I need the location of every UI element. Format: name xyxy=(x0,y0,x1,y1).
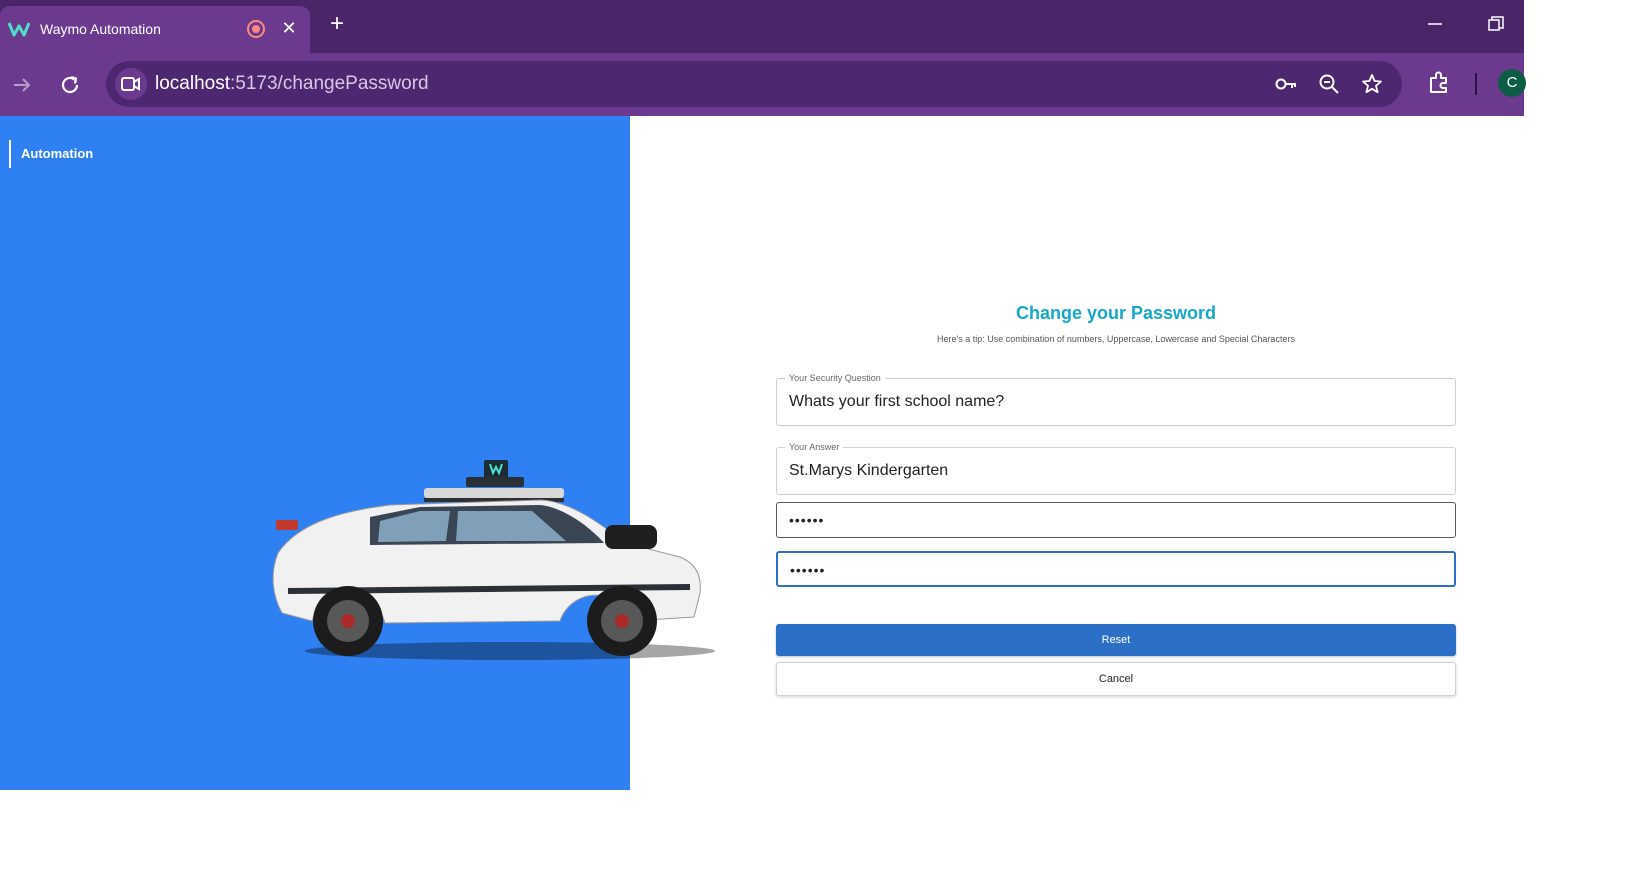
waymo-favicon-icon xyxy=(8,22,30,37)
password-tip: Here's a tip: Use combination of numbers… xyxy=(937,334,1295,344)
page-title: Change your Password xyxy=(1015,303,1217,323)
confirm-password-mask: •••••• xyxy=(790,562,826,578)
reload-icon[interactable] xyxy=(58,73,82,97)
recording-icon xyxy=(247,20,265,38)
browser-toolbar: localhost:5173/changePassword C xyxy=(0,53,1526,116)
url-path: :5173/changePassword xyxy=(230,73,429,94)
minimize-icon[interactable] xyxy=(1425,14,1445,34)
browser-chrome: Waymo Automation ✕ + localhost:5173/chan… xyxy=(0,0,1526,116)
brand-label[interactable]: Automation xyxy=(9,140,93,168)
restore-icon[interactable] xyxy=(1486,14,1506,34)
new-password-input[interactable]: •••••• xyxy=(776,502,1456,538)
answer-value: St.Marys Kindergarten xyxy=(789,462,949,479)
security-question-field[interactable]: Your Security Question Whats your first … xyxy=(776,372,1456,426)
tab-close-icon[interactable]: ✕ xyxy=(279,17,299,39)
extensions-icon[interactable] xyxy=(1426,70,1452,96)
url-text: localhost:5173/changePassword xyxy=(155,72,429,96)
tab-strip: Waymo Automation ✕ + xyxy=(0,0,1524,53)
star-icon[interactable] xyxy=(1360,72,1384,96)
security-question-value: Whats your first school name? xyxy=(789,393,1005,410)
hero-panel xyxy=(0,116,630,790)
confirm-password-input[interactable]: •••••• xyxy=(776,551,1456,587)
profile-avatar[interactable]: C xyxy=(1498,69,1526,97)
video-camera-icon xyxy=(121,77,140,91)
zoom-out-icon[interactable] xyxy=(1317,72,1341,96)
reset-button[interactable]: Reset xyxy=(776,624,1456,656)
url-host: localhost xyxy=(155,73,230,94)
tab-waymo-automation[interactable]: Waymo Automation ✕ xyxy=(0,6,310,53)
waymo-car-image xyxy=(272,460,715,660)
answer-field[interactable]: Your Answer St.Marys Kindergarten xyxy=(776,441,1456,495)
tab-title: Waymo Automation xyxy=(40,21,161,37)
security-question-label: Your Security Question xyxy=(785,372,885,384)
new-password-mask: •••••• xyxy=(789,512,825,528)
toolbar-divider xyxy=(1475,73,1477,95)
answer-label: Your Answer xyxy=(785,441,844,453)
site-info-button[interactable] xyxy=(115,68,147,100)
arrow-forward-icon[interactable] xyxy=(10,73,34,97)
address-bar[interactable]: localhost:5173/changePassword xyxy=(106,61,1402,107)
key-icon[interactable] xyxy=(1274,72,1298,96)
new-tab-button[interactable]: + xyxy=(325,12,349,36)
cancel-button[interactable]: Cancel xyxy=(776,662,1456,696)
